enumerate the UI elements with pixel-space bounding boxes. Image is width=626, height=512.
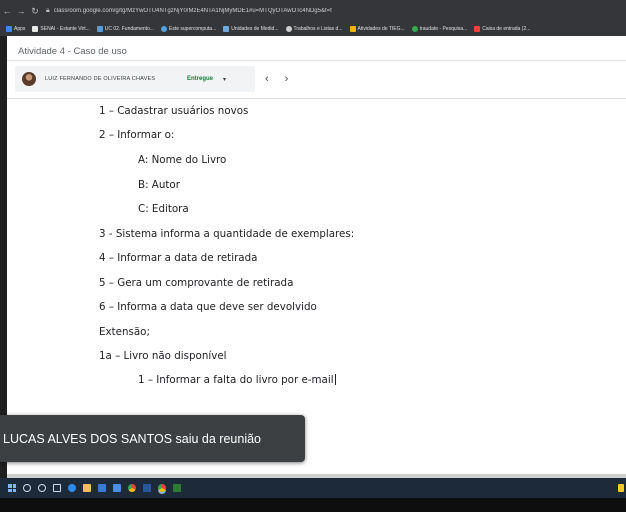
browser-address-bar: ← → ↻ 🔒︎ classroom.google.com/g/tg/MzYwO… [0,0,626,22]
screen: ← → ↻ 🔒︎ classroom.google.com/g/tg/MzYwO… [0,0,626,512]
windows-start-icon[interactable] [8,484,16,492]
bookmark-supercomputador[interactable]: Este supercomputa... [160,26,216,32]
avatar [22,72,36,86]
doc-line: B: Autor [138,179,180,191]
gmail-icon [474,26,481,32]
url-field[interactable]: classroom.google.com/g/tg/MzYwOTU4NTgzNj… [54,8,332,14]
lock-icon[interactable]: 🔒︎ [46,7,50,15]
search-icon[interactable] [23,484,31,492]
doc-line: 6 – Informa a data que deve ser devolvid… [99,301,317,313]
bottom-bezel [0,498,626,512]
chevron-down-icon[interactable]: ▾ [223,76,226,83]
doc-line: C: Editora [138,203,189,215]
bookmark-icon [223,26,230,32]
doc-line: A: Nome do Livro [138,154,227,166]
reload-icon[interactable]: ↻ [28,6,42,17]
bookmark-apps[interactable]: Apps [6,26,25,32]
back-arrow-icon[interactable]: ← [0,6,14,16]
mail-icon[interactable] [113,484,121,492]
taskbar [0,478,626,498]
doc-line: Extensão; [99,326,150,338]
left-edge-panel [0,36,7,478]
bookmark-gmail[interactable]: Caixa de entrada (2... [474,26,530,32]
app-icon[interactable] [173,484,181,492]
file-explorer-icon[interactable] [83,484,91,492]
divider [7,60,626,61]
student-selector[interactable]: LUIZ FERNANDO DE OLIVEIRA CHAVES Entregu… [15,66,255,92]
bookmark-trabalhos[interactable]: Trabalhos e Listas d... [285,26,343,32]
bookmark-icon [349,26,356,32]
meeting-notification-toast: LUCAS ALVES DOS SANTOS saiu da reunião [0,415,305,462]
bookmark-icon [160,26,167,32]
doc-line: 2 – Informar o: [99,129,175,141]
forward-arrow-icon[interactable]: → [14,6,28,16]
edge-icon[interactable] [68,484,76,492]
divider [7,98,626,99]
apps-grid-icon [6,26,12,32]
status-badge: Entregue [187,76,214,82]
bookmark-icon [96,26,103,32]
next-student-icon[interactable]: › [285,73,289,85]
doc-line: 1 – Informar a falta do livro por e-mail [138,374,336,386]
word-icon[interactable] [143,484,151,492]
doc-line: 4 – Informar a data de retirada [99,252,258,264]
toast-message: LUCAS ALVES DOS SANTOS saiu da reunião [3,431,261,446]
student-navigation: ‹ › [265,73,288,85]
doc-line: 1a – Livro não disponível [99,350,227,362]
cortana-icon[interactable] [38,484,46,492]
chrome-icon[interactable] [128,484,136,492]
google-icon [411,26,418,32]
classroom-page: Atividade 4 - Caso de uso LUIZ FERNANDO … [7,36,626,478]
bookmark-atividades[interactable]: Atividades de TIEG... [349,26,405,32]
bookmarks-bar: Apps SENAI - Estante Virt... UC 02. Fund… [0,22,626,36]
text-cursor [334,374,336,385]
doc-line-text: 1 – Informar a falta do livro por e-mail [138,374,334,386]
doc-line: 1 – Cadastrar usuários novos [99,105,249,117]
chrome-active-icon[interactable] [158,484,166,492]
doc-line: 3 - Sistema informa a quantidade de exem… [99,228,355,240]
bookmark-icon [285,26,292,32]
doc-line: 5 – Gera um comprovante de retirada [99,277,294,289]
previous-student-icon[interactable]: ‹ [265,73,269,85]
tray-icon[interactable] [618,484,624,492]
task-view-icon[interactable] [53,484,61,492]
assignment-title: Atividade 4 - Caso de uso [18,46,127,57]
bookmark-traudate[interactable]: traudate - Pesquisa... [411,26,467,32]
bookmark-unidades[interactable]: Unidades de Medid... [223,26,279,32]
bookmark-senai[interactable]: SENAI - Estante Virt... [32,26,90,32]
student-name: LUIZ FERNANDO DE OLIVEIRA CHAVES [45,76,156,82]
bookmark-icon [32,26,39,32]
bookmark-uc02[interactable]: UC 02. Fundamento... [96,26,154,32]
store-icon[interactable] [98,484,106,492]
